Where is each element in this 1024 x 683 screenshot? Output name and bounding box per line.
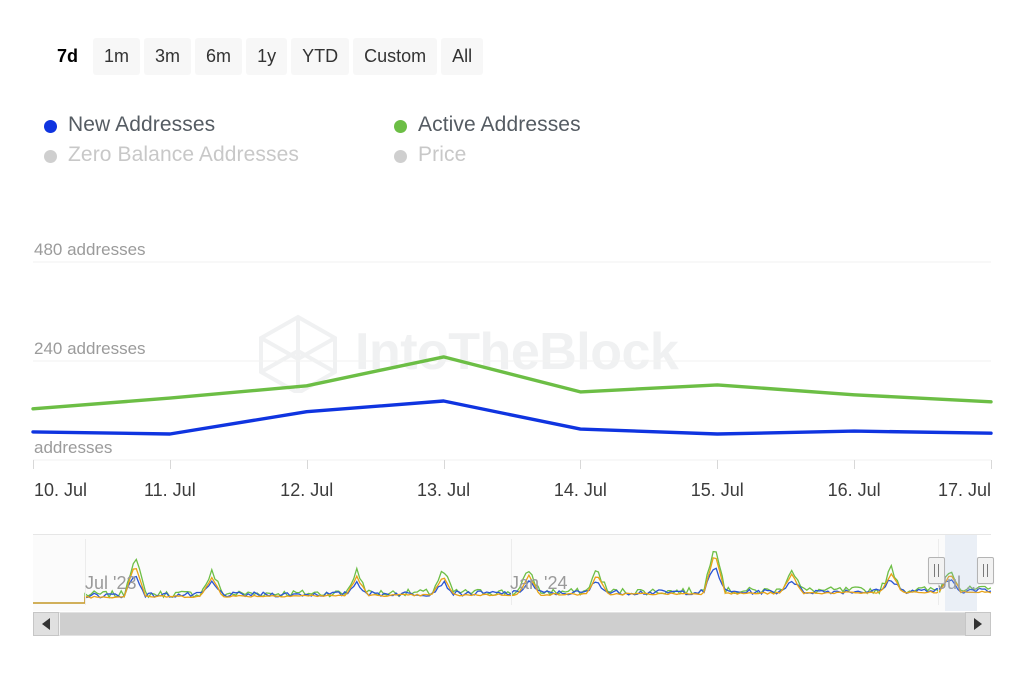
series-line-new-addresses: [31, 399, 993, 436]
scrollbar-thumb[interactable]: [59, 613, 967, 635]
x-axis-label: 14. Jul: [553, 480, 607, 500]
navigator-handle-right[interactable]: [976, 557, 994, 584]
right-triangle-glyph: [974, 618, 982, 630]
handle-grip-line: [982, 564, 984, 577]
legend-row-bottom: Zero Balance Addresses Price: [44, 140, 684, 170]
range-button-all[interactable]: All: [441, 37, 484, 75]
range-button-1y[interactable]: 1y: [246, 37, 288, 75]
legend-item-active-addresses[interactable]: Active Addresses: [394, 110, 581, 140]
scroll-right-arrow-icon[interactable]: [965, 612, 991, 636]
time-range-selector: 7d 1m 3m 6m 1y YTD Custom All: [46, 37, 484, 75]
y-axis-label: addresses: [34, 438, 113, 457]
navigator-date-label: Jan '24: [510, 573, 568, 593]
chart-series-paths: [31, 355, 993, 436]
legend-label-price: Price: [418, 143, 467, 166]
chart-scrollbar[interactable]: [33, 612, 991, 636]
navigator-handle-left[interactable]: [928, 557, 946, 584]
x-axis-label: 16. Jul: [827, 480, 881, 500]
y-axis-label: 240 addresses: [34, 339, 146, 358]
x-axis-label: 13. Jul: [417, 480, 471, 500]
legend-label-new-addresses: New Addresses: [68, 113, 216, 136]
y-axis-label: 480 addresses: [34, 240, 146, 259]
legend-label-zero-balance-addresses: Zero Balance Addresses: [68, 143, 299, 166]
chart-plot-area[interactable]: 480 addresses 240 addresses addresses 10. …: [0, 200, 1024, 505]
range-button-7d[interactable]: 7d: [46, 38, 89, 75]
legend-color-dot-zero-balance-addresses: [44, 149, 57, 163]
x-axis-label: 17. Jul: [937, 480, 991, 500]
legend-color-dot-price: [394, 149, 407, 163]
x-axis-label: 15. Jul: [690, 480, 744, 500]
chart-navigator[interactable]: Jul '23 Jan '24 Jul ...: [33, 534, 994, 611]
navigator-tickmark: [511, 539, 512, 605]
range-button-6m[interactable]: 6m: [195, 37, 243, 75]
x-axis-label: 11. Jul: [143, 480, 196, 500]
navigator-tickmark: [85, 539, 86, 605]
x-axis-label: 12. Jul: [280, 480, 334, 500]
legend-color-dot-active-addresses: [394, 119, 407, 133]
handle-grip-line: [934, 564, 936, 577]
handle-grip-line: [986, 564, 988, 577]
chart-lines-svg: [31, 261, 993, 469]
legend-row-top: New Addresses Active Addresses: [44, 110, 684, 140]
chart-x-tickmarks: [33, 460, 992, 469]
chart-legend: New Addresses Active Addresses Zero Bala…: [44, 110, 684, 170]
legend-item-zero-balance-addresses[interactable]: Zero Balance Addresses: [44, 140, 394, 170]
handle-grip-line: [938, 564, 940, 577]
legend-item-price[interactable]: Price: [394, 140, 466, 170]
x-axis-label: 10. Jul: [34, 480, 88, 500]
navigator-date-label: Jul '23: [85, 573, 137, 593]
scroll-left-arrow-icon[interactable]: [33, 612, 59, 636]
addresses-chart-widget: 7d 1m 3m 6m 1y YTD Custom All New Addresses Act…: [0, 0, 1024, 683]
left-triangle-glyph: [42, 618, 50, 630]
navigator-selected-window[interactable]: [945, 535, 977, 611]
legend-color-dot-new-addresses: [44, 119, 57, 133]
legend-label-active-addresses: Active Addresses: [418, 113, 581, 136]
series-line-active-addresses: [31, 355, 993, 411]
range-button-custom[interactable]: Custom: [353, 37, 438, 75]
range-button-1m[interactable]: 1m: [93, 37, 141, 75]
range-button-ytd[interactable]: YTD: [291, 37, 350, 75]
legend-item-new-addresses[interactable]: New Addresses: [44, 110, 394, 140]
range-button-3m[interactable]: 3m: [144, 37, 192, 75]
